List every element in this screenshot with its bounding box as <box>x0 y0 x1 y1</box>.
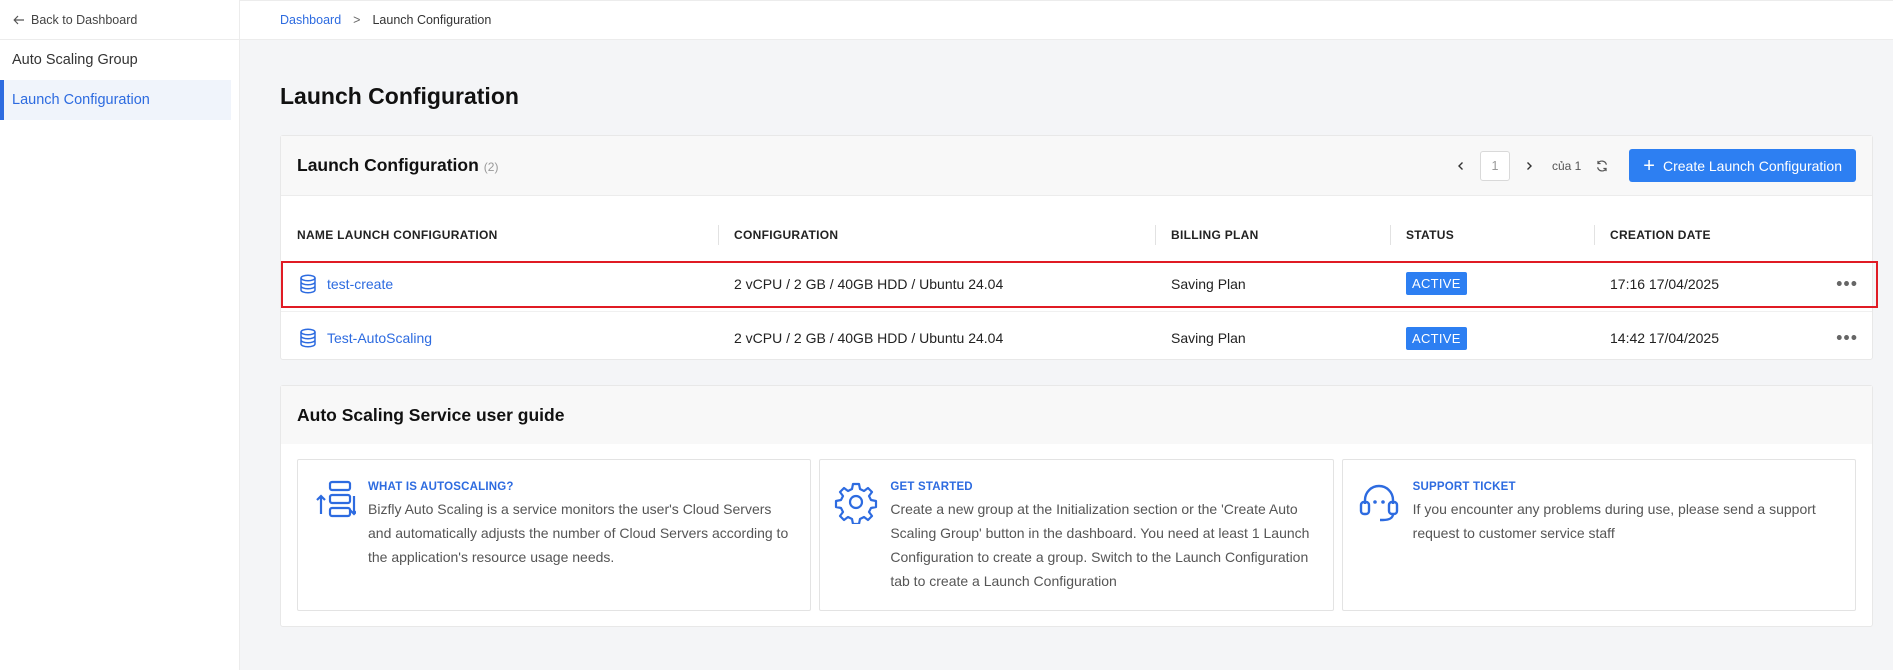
refresh-icon <box>1597 159 1608 172</box>
create-launch-configuration-button[interactable]: + Create Launch Configuration <box>1629 149 1856 182</box>
guide-description: Create a new group at the Initialization… <box>890 501 1310 589</box>
database-icon <box>297 327 319 349</box>
page-number-input[interactable] <box>1479 150 1510 181</box>
name-cell: Test-AutoScaling <box>281 327 718 349</box>
refresh-button[interactable] <box>1587 151 1617 181</box>
guide-description: If you encounter any problems during use… <box>1412 501 1816 541</box>
date-cell: 14:42 17/04/2025 <box>1610 330 1719 346</box>
table-header: NAME LAUNCH CONFIGURATION CONFIGURATION … <box>281 196 1872 256</box>
breadcrumb-current: Launch Configuration <box>372 13 492 27</box>
breadcrumb: Dashboard > Launch Configuration <box>240 0 1893 40</box>
launch-config-name-link[interactable]: test-create <box>327 276 393 292</box>
sidebar-item-auto-scaling-group[interactable]: Auto Scaling Group <box>0 40 231 80</box>
guide-item-what-is-autoscaling[interactable]: WHAT IS AUTOSCALING? Bizfly Auto Scaling… <box>297 459 812 611</box>
guide-item-support-ticket[interactable]: SUPPORT TICKET If you encounter any prob… <box>1341 459 1856 611</box>
sidebar-item-launch-configuration[interactable]: Launch Configuration <box>0 80 231 120</box>
column-header: BILLING PLAN <box>1155 225 1390 245</box>
config-cell: 2 vCPU / 2 GB / 40GB HDD / Ubuntu 24.04 <box>734 330 1004 346</box>
autoscaling-icon <box>312 480 356 610</box>
billing-cell: Saving Plan <box>1171 330 1246 346</box>
config-cell: 2 vCPU / 2 GB / 40GB HDD / Ubuntu 24.04 <box>734 275 1004 292</box>
guide-text: GET STARTED Create a new group at the In… <box>890 480 1316 610</box>
chevron-right-icon <box>1526 161 1532 170</box>
sidebar: Back to Dashboard Auto Scaling Group Lau… <box>0 0 240 670</box>
chevron-left-icon <box>1457 161 1463 170</box>
item-count: (2) <box>483 160 499 174</box>
status-cell: ACTIVE <box>1390 326 1594 350</box>
column-header: STATUS <box>1390 225 1594 245</box>
status-cell: ACTIVE <box>1390 272 1594 295</box>
status-badge: ACTIVE <box>1406 272 1467 295</box>
user-guide-card: Auto Scaling Service user guide WHAT IS … <box>280 385 1873 627</box>
sidebar-item-label: Auto Scaling Group <box>12 52 138 68</box>
database-icon <box>297 273 319 295</box>
guide-text: WHAT IS AUTOSCALING? Bizfly Auto Scaling… <box>368 480 794 610</box>
date-cell: 17:16 17/04/2025 <box>1610 275 1719 292</box>
guide-description: Bizfly Auto Scaling is a service monitor… <box>368 501 789 565</box>
column-header: CREATION DATE <box>1594 225 1824 245</box>
guide-heading: WHAT IS AUTOSCALING? <box>368 481 514 493</box>
plus-icon: + <box>1643 154 1655 177</box>
guide-title: Auto Scaling Service user guide <box>297 404 565 425</box>
column-header: CONFIGURATION <box>718 225 1155 245</box>
create-button-label: Create Launch Configuration <box>1662 157 1842 174</box>
sidebar-item-label: Launch Configuration <box>12 92 150 108</box>
column-header: NAME LAUNCH CONFIGURATION <box>297 228 498 242</box>
guide-items: WHAT IS AUTOSCALING? Bizfly Auto Scaling… <box>297 459 1856 611</box>
arrow-left-icon <box>13 15 24 24</box>
guide-heading: GET STARTED <box>890 481 973 493</box>
main-content: Launch Configuration Launch Configuratio… <box>240 40 1893 670</box>
more-actions-button[interactable]: ••• <box>1836 273 1858 294</box>
guide-item-get-started[interactable]: GET STARTED Create a new group at the In… <box>819 459 1334 611</box>
more-actions-button[interactable]: ••• <box>1836 328 1858 349</box>
page-title: Launch Configuration <box>280 83 519 109</box>
page-total: của 1 <box>1551 158 1582 173</box>
breadcrumb-separator: > <box>353 13 361 27</box>
billing-cell: Saving Plan <box>1171 275 1246 292</box>
table-row: Test-AutoScaling 2 vCPU / 2 GB / 40GB HD… <box>281 311 1872 364</box>
pagination: của 1 + Create Launch Configuration <box>1446 149 1856 182</box>
table-row: test-create 2 vCPU / 2 GB / 40GB HDD / U… <box>281 256 1872 311</box>
launch-configuration-card: Launch Configuration (2) của 1 + Create … <box>280 135 1878 360</box>
launch-config-name-link[interactable]: Test-AutoScaling <box>327 330 432 346</box>
next-page-button[interactable] <box>1514 151 1544 181</box>
guide-text: SUPPORT TICKET If you encounter any prob… <box>1413 480 1839 610</box>
status-badge: ACTIVE <box>1406 326 1467 350</box>
breadcrumb-dashboard-link[interactable]: Dashboard <box>280 13 341 27</box>
back-to-dashboard-link[interactable]: Back to Dashboard <box>0 0 239 40</box>
gear-icon <box>834 480 878 610</box>
guide-header: Auto Scaling Service user guide <box>281 386 1872 444</box>
headset-icon <box>1357 480 1401 610</box>
card-title: Launch Configuration <box>297 155 479 175</box>
name-cell: test-create <box>281 273 718 295</box>
prev-page-button[interactable] <box>1446 151 1476 181</box>
guide-heading: SUPPORT TICKET <box>1412 481 1516 493</box>
card-header: Launch Configuration (2) của 1 + Create … <box>281 136 1872 196</box>
back-label: Back to Dashboard <box>31 12 138 27</box>
